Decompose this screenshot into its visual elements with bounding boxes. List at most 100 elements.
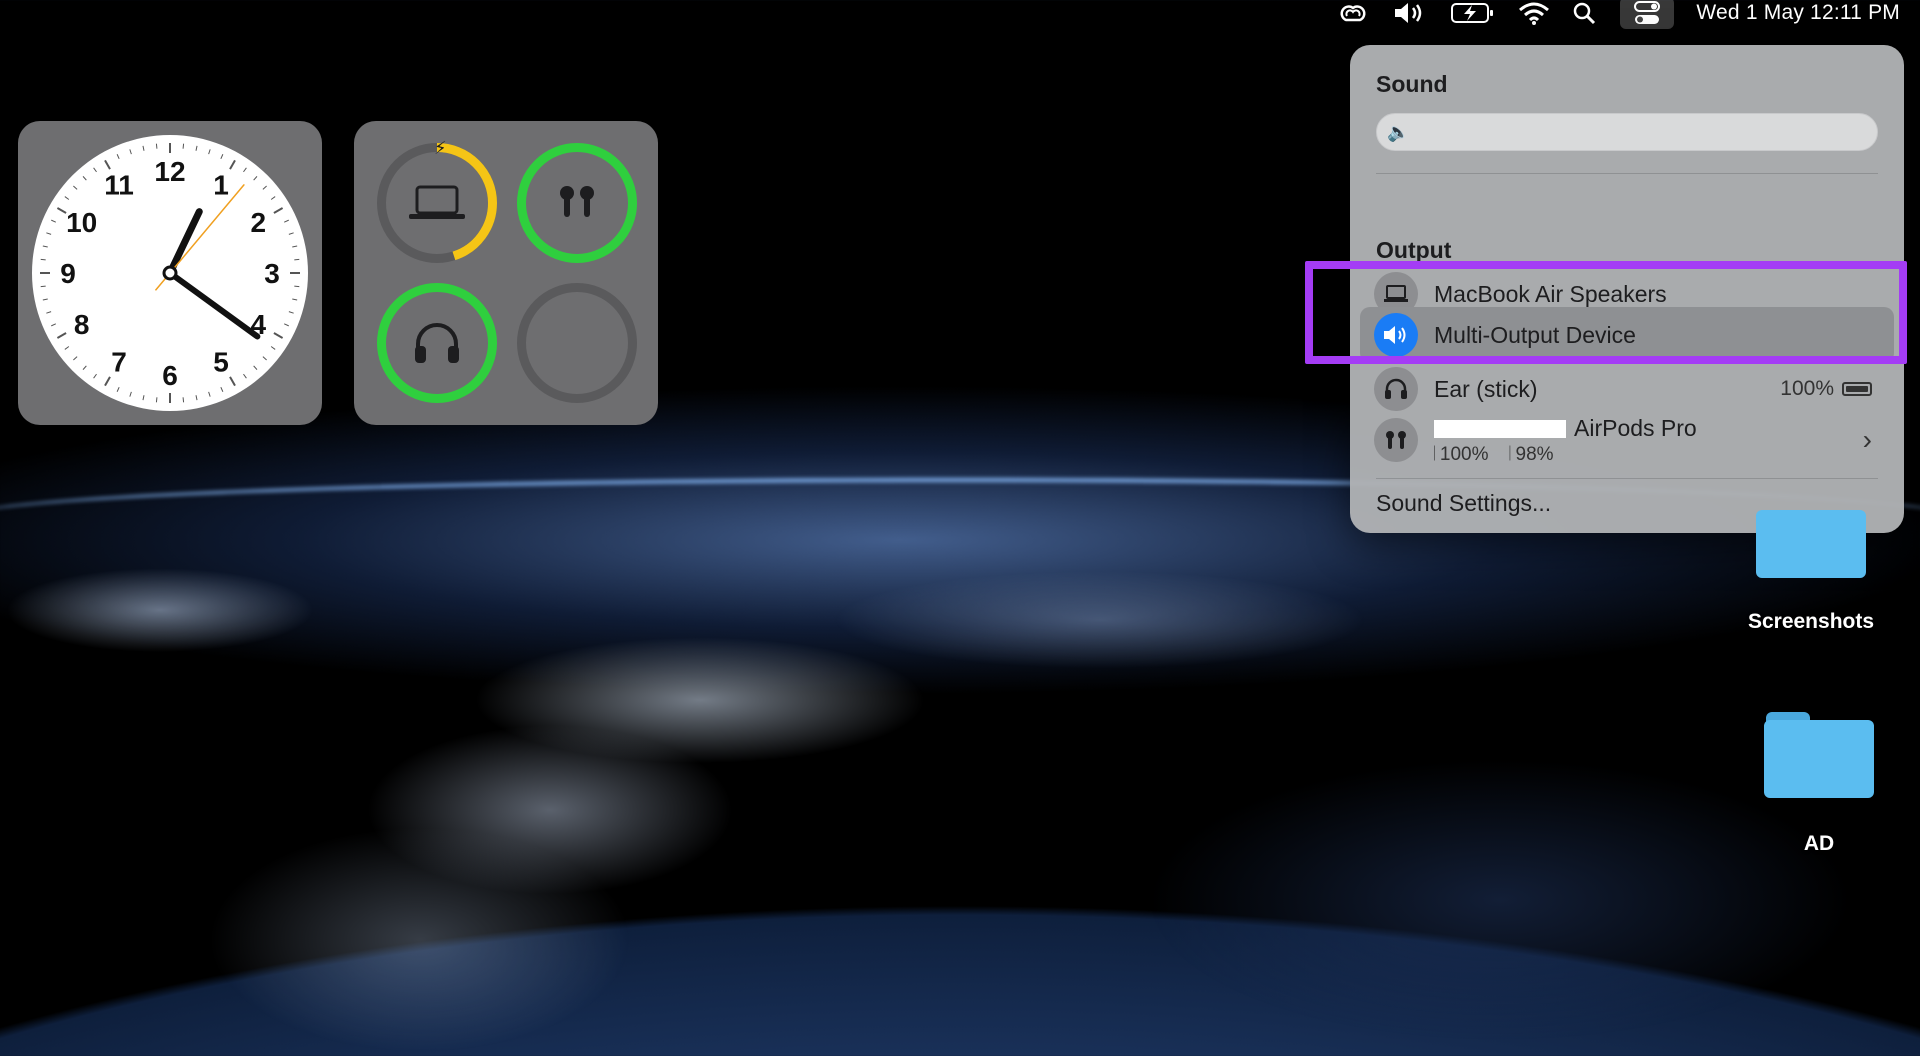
folder-label: Screenshots <box>1747 610 1875 633</box>
clock-tick <box>93 373 97 379</box>
clock-tick <box>294 285 300 288</box>
right-airpod-icon: 𝄀 <box>1509 443 1511 465</box>
clock-tick <box>182 143 185 149</box>
wifi-icon[interactable] <box>1518 1 1550 25</box>
clock-tick <box>56 332 67 339</box>
folder-icon <box>1764 712 1874 798</box>
left-airpod-icon: 𝄀 <box>1434 443 1435 465</box>
clock-number: 9 <box>60 258 76 289</box>
clock-tick <box>270 346 276 350</box>
clock-tick <box>40 285 46 288</box>
clock-tick <box>93 167 97 173</box>
device-name: Ear (stick) <box>1434 375 1538 402</box>
clock-tick <box>273 207 284 214</box>
clock-tick <box>142 145 145 151</box>
sound-panel: Sound 🔈 Output MacBook Air Speakers Mult… <box>1350 45 1904 533</box>
clock-tick <box>40 258 46 261</box>
clock-tick <box>104 376 111 387</box>
device-battery: 100% <box>1780 377 1872 401</box>
folder-ad[interactable]: AD <box>1754 712 1884 856</box>
device-airpods-pro[interactable]: AirPods Pro 𝄀 100% 𝄀 98% › <box>1360 405 1894 475</box>
clock-tick <box>195 145 198 151</box>
clock-number: 6 <box>162 360 178 391</box>
clock-tick <box>51 219 57 223</box>
clock-tick <box>116 154 120 160</box>
clock-tick <box>155 397 158 403</box>
clock-tick <box>195 395 198 401</box>
clock-tick <box>42 245 48 248</box>
clock-face: 12 1 2 3 4 5 6 7 8 9 10 11 <box>32 135 308 411</box>
battery-ring-empty <box>517 283 637 403</box>
clock-widget[interactable]: 12 1 2 3 4 5 6 7 8 9 10 11 <box>18 121 322 425</box>
clock-number: 7 <box>111 346 127 377</box>
clock-tick <box>220 386 224 392</box>
battery-icon <box>1842 382 1872 396</box>
clock-tick <box>129 149 132 155</box>
battery-ring-headphones <box>377 283 497 403</box>
clock-minute-hand <box>167 270 261 340</box>
battery-charging-icon[interactable] <box>1450 1 1496 25</box>
output-label: Output <box>1376 237 1452 263</box>
clock-tick <box>243 167 247 173</box>
battery-percent: 100% <box>1780 377 1834 400</box>
folder-screenshots[interactable]: Screenshots <box>1746 490 1876 634</box>
folder-icon <box>1756 490 1866 586</box>
clock-tick <box>262 356 267 361</box>
headphones-icon <box>415 323 459 363</box>
volume-slider[interactable]: 🔈 <box>1376 113 1878 151</box>
clock-tick <box>64 196 70 200</box>
clock-tick <box>155 143 158 149</box>
menu-bar: Wed 1 May 12:11 PM <box>0 0 1920 29</box>
clock-tick <box>51 323 57 327</box>
airpods-battery-levels: 𝄀 100% 𝄀 98% <box>1434 444 1697 466</box>
clock-tick <box>270 196 276 200</box>
clock-tick <box>42 298 48 301</box>
device-macbook-speakers[interactable]: MacBook Air Speakers <box>1360 267 1894 307</box>
clock-number: 8 <box>74 309 90 340</box>
panel-title: Sound <box>1376 71 1448 97</box>
clock-number: 12 <box>154 156 185 187</box>
clock-tick <box>243 373 247 379</box>
device-name: AirPods Pro <box>1574 414 1697 441</box>
clock-tick <box>208 149 211 155</box>
clock-number: 1 <box>213 170 229 201</box>
clock-tick <box>292 298 298 301</box>
laptop-icon <box>1374 272 1418 307</box>
battery-ring-macbook: ⚡ <box>377 138 497 263</box>
clock-tick <box>82 365 87 370</box>
clock-tick <box>116 386 120 392</box>
clock-tick <box>208 391 211 397</box>
volume-icon[interactable] <box>1392 1 1428 25</box>
menu-bar-clock[interactable]: Wed 1 May 12:11 PM <box>1696 1 1900 25</box>
clock-tick <box>253 365 258 370</box>
clock-tick <box>73 185 78 190</box>
search-icon[interactable] <box>1572 1 1598 25</box>
clock-tick <box>292 245 298 248</box>
airpods-icon <box>1374 418 1418 462</box>
battery-ring-airpods <box>517 143 637 263</box>
clock-number: 3 <box>264 258 280 289</box>
control-center-icon[interactable] <box>1620 0 1675 29</box>
clock-number: 10 <box>66 207 97 238</box>
charging-bolt-icon: ⚡ <box>434 138 447 158</box>
analog-clock: 12 1234567891011 <box>40 143 300 403</box>
creative-cloud-icon[interactable] <box>1336 1 1370 25</box>
device-multi-output[interactable]: Multi-Output Device <box>1360 307 1894 363</box>
clock-tick <box>253 176 258 181</box>
clock-tick <box>283 219 289 223</box>
device-name: Multi-Output Device <box>1434 321 1636 348</box>
clock-tick <box>273 332 284 339</box>
chevron-right-icon[interactable]: › <box>1863 424 1872 456</box>
right-airpod-battery: 98% <box>1515 443 1554 465</box>
sound-settings-link[interactable]: Sound Settings... <box>1376 490 1551 517</box>
clock-tick <box>294 258 300 261</box>
redacted-owner-name <box>1434 420 1566 439</box>
clock-number: 5 <box>213 346 229 377</box>
clock-tick <box>46 311 52 314</box>
left-airpod-battery: 100% <box>1439 443 1489 465</box>
batteries-widget[interactable]: ⚡ <box>354 121 658 425</box>
clock-tick <box>64 346 70 350</box>
clock-tick <box>288 311 294 314</box>
clock-tick <box>229 376 236 387</box>
clock-tick <box>82 176 87 181</box>
